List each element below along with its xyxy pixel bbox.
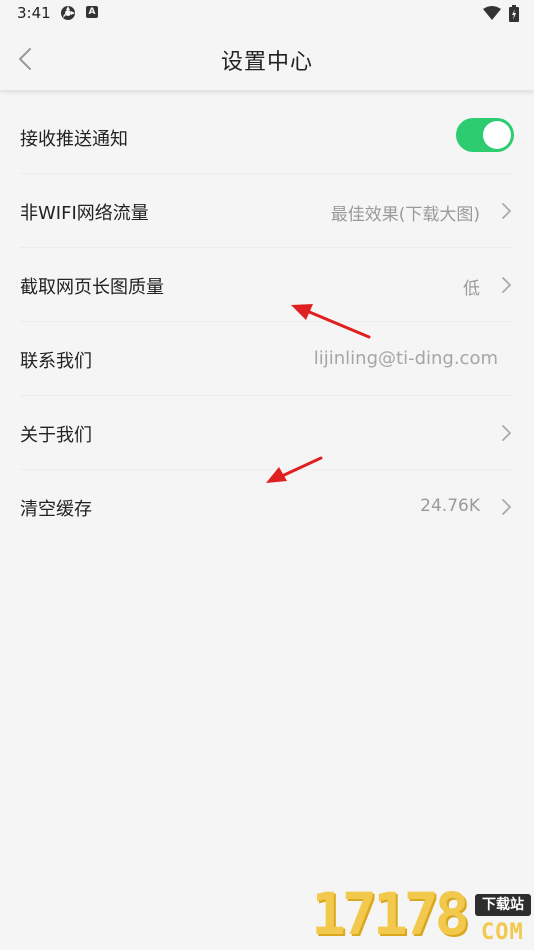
row-value: 低 (463, 279, 480, 299)
watermark-logo: 17178 下载站 COM (305, 878, 534, 950)
push-notification-toggle[interactable] (456, 118, 514, 152)
annotation-arrow-icon (266, 456, 323, 483)
settings-row-non-wifi-traffic[interactable]: 非WIFI网络流量 最佳效果(下载大图) (20, 174, 514, 248)
chevron-right-icon (502, 277, 511, 293)
settings-row-push-notifications[interactable]: 接收推送通知 (20, 100, 514, 174)
row-value: 最佳效果(下载大图) (330, 205, 480, 225)
row-label: 非WIFI网络流量 (20, 203, 149, 224)
chevron-right-icon (502, 499, 511, 515)
pin-icon (61, 6, 75, 20)
chevron-right-icon (502, 203, 511, 219)
toggle-knob (483, 121, 511, 149)
row-label: 接收推送通知 (20, 129, 128, 150)
header-bar: 设置中心 (0, 28, 534, 91)
row-label: 关于我们 (20, 425, 92, 446)
settings-row-screenshot-quality[interactable]: 截取网页长图质量 低 (20, 248, 514, 322)
battery-icon (509, 5, 519, 22)
chevron-right-icon (502, 425, 511, 441)
page-title: 设置中心 (220, 50, 313, 75)
contact-email: lijinling@ti-ding.com (313, 348, 498, 369)
cache-size: 24.76K (420, 496, 480, 516)
watermark-com: COM (481, 920, 524, 945)
row-label: 清空缓存 (20, 499, 92, 520)
watermark-digits: 17178 (311, 880, 470, 948)
settings-row-contact-us[interactable]: 联系我们 lijinling@ti-ding.com (20, 322, 514, 396)
wifi-icon (483, 6, 501, 20)
status-bar: 3:41 A (0, 0, 534, 28)
row-label: 截取网页长图质量 (20, 277, 164, 298)
annotation-arrow-icon (291, 304, 371, 339)
a-icon: A (86, 6, 98, 18)
watermark-badge: 下载站 (475, 894, 531, 916)
status-time: 3:41 (17, 4, 51, 22)
row-label: 联系我们 (20, 351, 92, 372)
